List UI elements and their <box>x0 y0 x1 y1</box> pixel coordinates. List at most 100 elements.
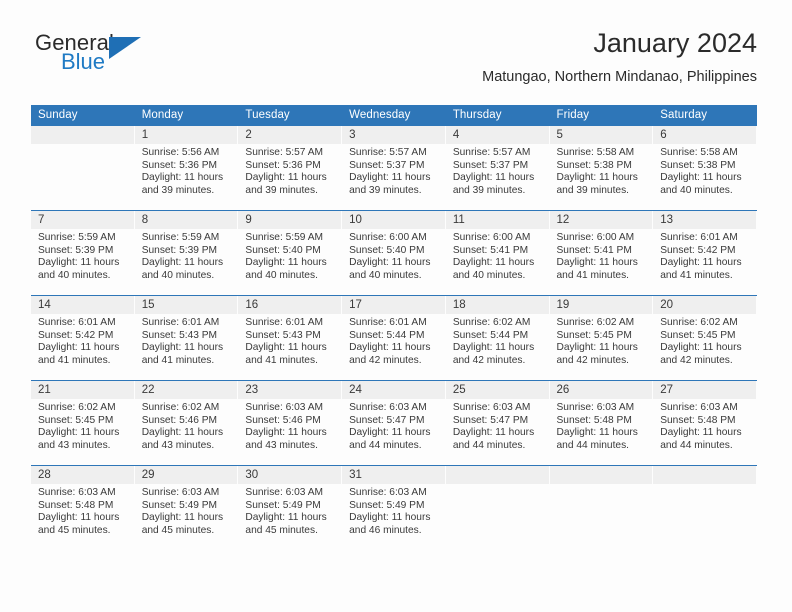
day-cell: 10 Sunrise: 6:00 AM Sunset: 5:40 PM Dayligh… <box>342 211 446 295</box>
calendar-cell-day[interactable]: 31 Sunrise: 6:03 AM Sunset: 5:49 PM Dayligh… <box>342 465 446 550</box>
calendar-week-row: 21 Sunrise: 6:02 AM Sunset: 5:45 PM Dayligh… <box>31 380 757 466</box>
sunrise-time: Sunrise: 5:57 AM <box>245 147 323 158</box>
calendar-cell-day[interactable]: 8 Sunrise: 5:59 AM Sunset: 5:39 PM Daylight… <box>134 210 239 296</box>
calendar-body: 1 Sunrise: 5:56 AM Sunset: 5:36 PM Daylight… <box>31 126 757 550</box>
day-cell: 7 Sunrise: 5:59 AM Sunset: 5:39 PM Daylight… <box>31 211 135 295</box>
calendar-cell-day[interactable]: 4 Sunrise: 5:57 AM Sunset: 5:37 PM Daylight… <box>445 126 550 211</box>
calendar-cell-day[interactable]: 14 Sunrise: 6:01 AM Sunset: 5:42 PM Dayligh… <box>31 295 135 381</box>
calendar-cell-day[interactable]: 22 Sunrise: 6:02 AM Sunset: 5:46 PM Dayligh… <box>134 380 239 466</box>
day-details: Sunrise: 6:03 AM Sunset: 5:48 PM Daylight:… <box>653 399 757 452</box>
day-details: Sunrise: 5:58 AM Sunset: 5:38 PM Daylight:… <box>550 144 654 197</box>
calendar-cell-day[interactable]: 2 Sunrise: 5:57 AM Sunset: 5:36 PM Daylight… <box>238 126 343 211</box>
day-number: 22 <box>134 381 239 399</box>
calendar-cell-day[interactable]: 16 Sunrise: 6:01 AM Sunset: 5:43 PM Dayligh… <box>238 295 343 381</box>
calendar-cell-day[interactable]: 19 Sunrise: 6:02 AM Sunset: 5:45 PM Dayligh… <box>549 295 654 381</box>
calendar-cell-day[interactable]: 30 Sunrise: 6:03 AM Sunset: 5:49 PM Dayligh… <box>238 465 343 550</box>
calendar-cell-day[interactable]: 18 Sunrise: 6:02 AM Sunset: 5:44 PM Dayligh… <box>445 295 550 381</box>
sunset-time: Sunset: 5:46 PM <box>141 414 218 426</box>
day-cell: 2 Sunrise: 5:57 AM Sunset: 5:36 PM Daylight… <box>238 126 343 210</box>
calendar-cell-day[interactable]: 17 Sunrise: 6:01 AM Sunset: 5:44 PM Dayligh… <box>342 295 446 381</box>
sunrise-time: Sunrise: 6:03 AM <box>452 402 531 413</box>
day-cell: 27 Sunrise: 6:03 AM Sunset: 5:48 PM Dayligh… <box>653 381 757 465</box>
calendar-cell-day[interactable]: 3 Sunrise: 5:57 AM Sunset: 5:37 PM Daylight… <box>342 126 446 211</box>
sunset-time: Sunset: 5:46 PM <box>245 414 321 426</box>
day-cell: 20 Sunrise: 6:02 AM Sunset: 5:45 PM Dayligh… <box>653 296 757 380</box>
calendar-cell-day[interactable]: 28 Sunrise: 6:03 AM Sunset: 5:48 PM Dayligh… <box>31 465 135 550</box>
day-cell: 12 Sunrise: 6:00 AM Sunset: 5:41 PM Dayligh… <box>549 211 654 295</box>
day-details: Sunrise: 6:01 AM Sunset: 5:42 PM Daylight:… <box>31 314 135 367</box>
calendar-cell-day[interactable]: 15 Sunrise: 6:01 AM Sunset: 5:43 PM Dayligh… <box>134 295 239 381</box>
calendar-cell-day[interactable]: 10 Sunrise: 6:00 AM Sunset: 5:40 PM Dayligh… <box>342 210 446 296</box>
calendar-cell-day[interactable]: 12 Sunrise: 6:00 AM Sunset: 5:41 PM Dayligh… <box>549 210 654 296</box>
calendar-cell-day[interactable]: 11 Sunrise: 6:00 AM Sunset: 5:41 PM Dayligh… <box>445 210 550 296</box>
day-cell: 3 Sunrise: 5:57 AM Sunset: 5:37 PM Daylight… <box>342 126 446 210</box>
sunset-time: Sunset: 5:47 PM <box>452 414 529 426</box>
calendar-cell-day[interactable]: 26 Sunrise: 6:03 AM Sunset: 5:48 PM Dayligh… <box>549 380 654 466</box>
weekday-header-wednesday: Wednesday <box>342 105 446 126</box>
day-details: Sunrise: 6:02 AM Sunset: 5:45 PM Daylight:… <box>550 314 654 367</box>
calendar-cell-empty <box>445 465 550 550</box>
sunrise-time: Sunrise: 6:03 AM <box>349 402 427 413</box>
daylight-duration: Daylight: 11 hours and 39 minutes. <box>452 172 535 196</box>
calendar-cell-day[interactable]: 25 Sunrise: 6:03 AM Sunset: 5:47 PM Dayligh… <box>445 380 550 466</box>
day-cell: 29 Sunrise: 6:03 AM Sunset: 5:49 PM Dayligh… <box>134 466 239 550</box>
calendar-cell-day[interactable]: 6 Sunrise: 5:58 AM Sunset: 5:38 PM Daylight… <box>653 126 757 211</box>
weekday-header-tuesday: Tuesday <box>238 105 343 126</box>
sunrise-time: Sunrise: 6:03 AM <box>38 487 116 498</box>
day-number: 4 <box>445 126 550 144</box>
day-details: Sunrise: 5:57 AM Sunset: 5:37 PM Daylight:… <box>446 144 550 197</box>
daylight-duration: Daylight: 11 hours and 39 minutes. <box>349 172 431 196</box>
daylight-duration: Daylight: 11 hours and 42 minutes. <box>349 342 431 366</box>
day-number: 26 <box>549 381 654 399</box>
sunrise-time: Sunrise: 6:00 AM <box>452 232 531 243</box>
calendar-cell-day[interactable]: 20 Sunrise: 6:02 AM Sunset: 5:45 PM Dayligh… <box>653 295 757 381</box>
day-cell: 17 Sunrise: 6:01 AM Sunset: 5:44 PM Dayligh… <box>342 296 446 380</box>
calendar-cell-day[interactable]: 23 Sunrise: 6:03 AM Sunset: 5:46 PM Dayligh… <box>238 380 343 466</box>
calendar-cell-day[interactable]: 29 Sunrise: 6:03 AM Sunset: 5:49 PM Dayligh… <box>134 465 239 550</box>
daylight-duration: Daylight: 11 hours and 46 minutes. <box>349 512 431 536</box>
sunset-time: Sunset: 5:44 PM <box>452 329 529 341</box>
day-number: 9 <box>238 211 343 229</box>
day-number: 23 <box>238 381 343 399</box>
day-number: 13 <box>653 211 757 229</box>
calendar-cell-day[interactable]: 27 Sunrise: 6:03 AM Sunset: 5:48 PM Dayligh… <box>653 380 757 466</box>
day-number: 17 <box>342 296 446 314</box>
day-details: Sunrise: 6:03 AM Sunset: 5:49 PM Daylight:… <box>238 484 342 537</box>
day-cell: 30 Sunrise: 6:03 AM Sunset: 5:49 PM Dayligh… <box>238 466 343 550</box>
day-cell: 21 Sunrise: 6:02 AM Sunset: 5:45 PM Dayligh… <box>31 381 135 465</box>
calendar-cell-day[interactable]: 9 Sunrise: 5:59 AM Sunset: 5:40 PM Daylight… <box>238 210 343 296</box>
day-number: 27 <box>653 381 757 399</box>
sunrise-time: Sunrise: 6:01 AM <box>38 317 116 328</box>
calendar-cell-day[interactable]: 7 Sunrise: 5:59 AM Sunset: 5:39 PM Daylight… <box>31 210 135 296</box>
sunset-time: Sunset: 5:39 PM <box>141 244 218 256</box>
calendar-cell-day[interactable]: 13 Sunrise: 6:01 AM Sunset: 5:42 PM Dayligh… <box>653 210 757 296</box>
sunset-time: Sunset: 5:45 PM <box>556 329 632 341</box>
daylight-duration: Daylight: 11 hours and 44 minutes. <box>349 427 431 451</box>
calendar-week-row: 7 Sunrise: 5:59 AM Sunset: 5:39 PM Daylight… <box>31 210 757 296</box>
daylight-duration: Daylight: 11 hours and 40 minutes. <box>452 257 535 281</box>
daylight-duration: Daylight: 11 hours and 42 minutes. <box>660 342 742 366</box>
day-details: Sunrise: 6:03 AM Sunset: 5:46 PM Daylight:… <box>238 399 342 452</box>
calendar-cell-day[interactable]: 24 Sunrise: 6:03 AM Sunset: 5:47 PM Dayligh… <box>342 380 446 466</box>
daylight-duration: Daylight: 11 hours and 44 minutes. <box>660 427 742 451</box>
weekday-header-thursday: Thursday <box>445 105 550 126</box>
day-number: 29 <box>134 466 239 484</box>
sunrise-sunset-calendar: Sunday Monday Tuesday Wednesday Thursday Frid… <box>31 105 757 550</box>
day-details: Sunrise: 6:00 AM Sunset: 5:41 PM Daylight:… <box>446 229 550 282</box>
weekday-header-row: Sunday Monday Tuesday Wednesday Thursday Frid… <box>31 105 757 126</box>
day-cell: 18 Sunrise: 6:02 AM Sunset: 5:44 PM Dayligh… <box>445 296 550 380</box>
day-cell: 22 Sunrise: 6:02 AM Sunset: 5:46 PM Dayligh… <box>134 381 239 465</box>
calendar-cell-day[interactable]: 1 Sunrise: 5:56 AM Sunset: 5:36 PM Daylight… <box>134 126 239 211</box>
day-number: 15 <box>134 296 239 314</box>
day-cell: 19 Sunrise: 6:02 AM Sunset: 5:45 PM Dayligh… <box>549 296 654 380</box>
sunrise-time: Sunrise: 6:02 AM <box>452 317 531 328</box>
daylight-duration: Daylight: 11 hours and 39 minutes. <box>556 172 638 196</box>
sunrise-time: Sunrise: 6:02 AM <box>38 402 116 413</box>
calendar-cell-day[interactable]: 21 Sunrise: 6:02 AM Sunset: 5:45 PM Dayligh… <box>31 380 135 466</box>
sunset-time: Sunset: 5:45 PM <box>38 414 114 426</box>
general-blue-logo[interactable]: General Blue <box>35 32 155 88</box>
day-number: 5 <box>549 126 654 144</box>
daylight-duration: Daylight: 11 hours and 43 minutes. <box>38 427 120 451</box>
calendar-cell-day[interactable]: 5 Sunrise: 5:58 AM Sunset: 5:38 PM Daylight… <box>549 126 654 211</box>
sunset-time: Sunset: 5:43 PM <box>141 329 218 341</box>
